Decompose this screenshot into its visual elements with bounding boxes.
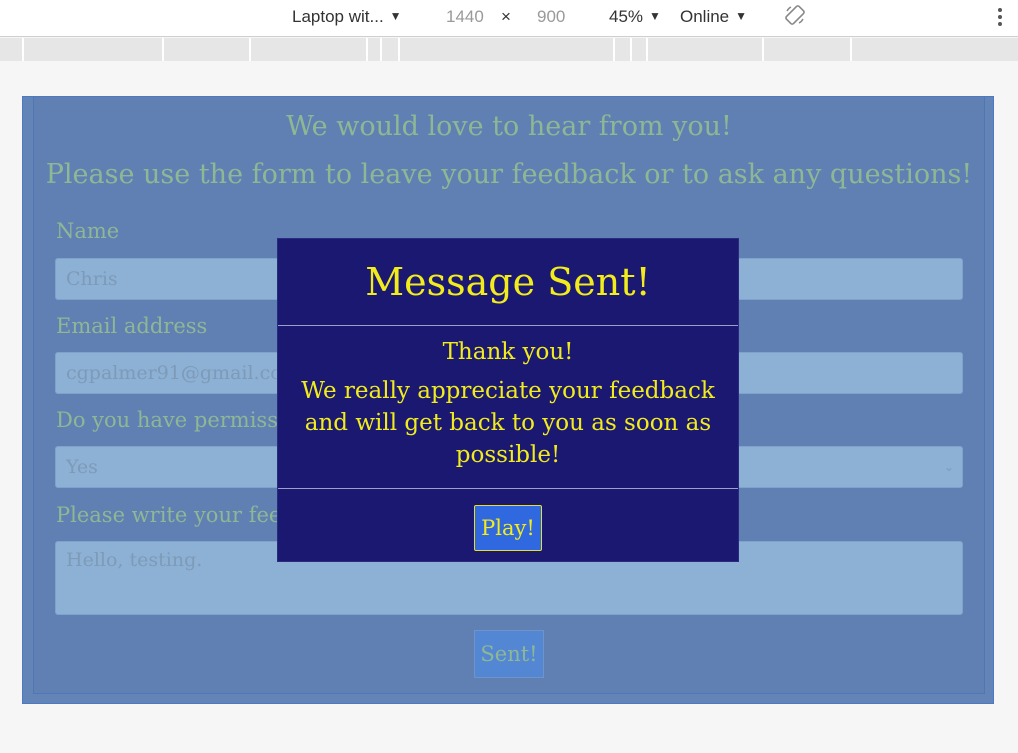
modal-message: We really appreciate your feedback and w…: [301, 378, 715, 468]
message-sent-modal: Message Sent! Thank you! We really appre…: [277, 238, 739, 562]
zoom-select-label: 45%: [609, 7, 644, 26]
devtools-device-toolbar: Laptop wit... ▼ 1440 × 900 45% ▼ Online ▼: [0, 0, 1018, 37]
device-select[interactable]: Laptop wit... ▼: [292, 6, 402, 29]
modal-divider: [278, 325, 738, 326]
submit-button[interactable]: Sent!: [474, 630, 544, 678]
viewport-width-input[interactable]: 1440: [446, 6, 484, 28]
caret-down-icon: ▼: [389, 9, 402, 23]
page-heading: We would love to hear from you!: [286, 111, 732, 142]
play-button[interactable]: Play!: [474, 505, 542, 551]
caret-down-icon: ▼: [735, 9, 748, 23]
caret-down-icon: ▼: [649, 9, 661, 23]
name-label: Name: [56, 219, 120, 243]
device-select-label: Laptop wit...: [292, 7, 384, 26]
permission-label: Do you have permissio: [56, 408, 298, 432]
network-select-label: Online: [680, 7, 730, 26]
modal-title: Message Sent!: [365, 260, 651, 304]
more-options-icon[interactable]: [991, 5, 1009, 29]
permission-select-value: Yes: [66, 456, 98, 478]
zoom-select[interactable]: 45% ▼: [609, 6, 661, 29]
modal-divider: [278, 488, 738, 489]
modal-thanks-text: Thank you!: [442, 339, 574, 365]
viewport-height-input[interactable]: 900: [537, 6, 565, 28]
media-query-ruler[interactable]: [0, 38, 1018, 61]
rotate-icon[interactable]: [784, 4, 806, 26]
email-label: Email address: [56, 314, 208, 338]
page-subheading: Please use the form to leave your feedba…: [45, 159, 973, 190]
chevron-down-icon: ⌄: [943, 460, 954, 474]
times-icon: ×: [501, 7, 511, 26]
network-throttle-select[interactable]: Online ▼: [680, 6, 747, 29]
feedback-label: Please write your feedb: [56, 503, 309, 527]
